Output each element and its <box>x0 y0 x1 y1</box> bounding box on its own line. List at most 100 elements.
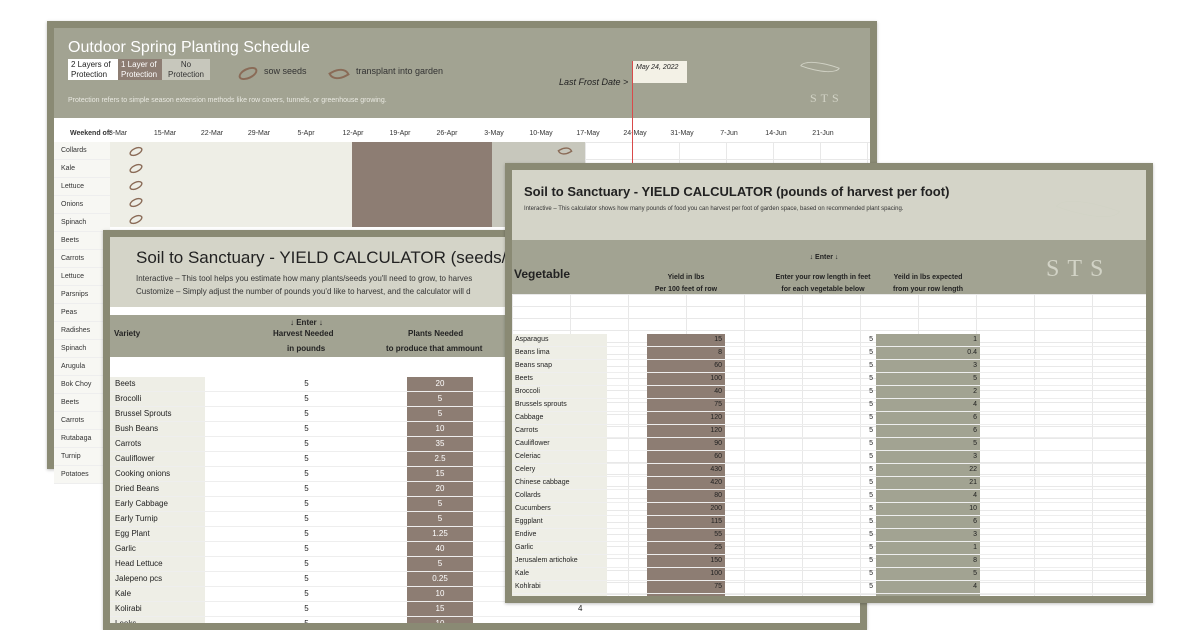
table-row: Broccoli 40 5 2 <box>512 386 1146 399</box>
plants-needed-cell: 2.5 <box>407 452 473 466</box>
variety-cell: Beets <box>110 377 205 391</box>
pounds-input-cell[interactable]: 5 <box>273 587 340 601</box>
row-length-input-cell[interactable]: 5 <box>772 347 876 359</box>
yield-cell: 100 <box>647 373 725 385</box>
plant-logo-icon <box>1055 189 1121 229</box>
table-row: Brussels sprouts 75 5 4 <box>512 399 1146 412</box>
pounds-input-cell[interactable]: 5 <box>273 617 340 623</box>
table-row: Kohlrabi 75 5 4 <box>512 581 1146 594</box>
week-label: 17-May <box>576 130 600 137</box>
last-frost-date-field[interactable]: May 24, 2022 <box>632 61 687 83</box>
variety-cell: Kolirabi <box>110 602 205 616</box>
row-length-subheader: for each vegetable below <box>781 286 865 293</box>
variety-cell: Brussel Sprouts <box>110 407 205 421</box>
row-length-input-cell[interactable]: 5 <box>772 373 876 385</box>
pounds-input-cell[interactable]: 5 <box>273 422 340 436</box>
pounds-input-cell[interactable]: 5 <box>273 452 340 466</box>
row-length-input-cell[interactable]: 5 <box>772 334 876 346</box>
expected-yield-cell: 2 <box>876 386 980 398</box>
plants-needed-cell: 20 <box>407 482 473 496</box>
row-length-input-cell[interactable]: 5 <box>772 399 876 411</box>
crop-label: Carrots <box>54 412 110 430</box>
pounds-input-cell[interactable]: 5 <box>273 377 340 391</box>
vegetable-cell: Broccoli <box>512 386 607 398</box>
crop-label: Potatoes <box>54 466 110 484</box>
crop-label: Kale <box>54 160 110 178</box>
enter-label: ↓ Enter ↓ <box>290 318 323 327</box>
row-length-input-cell[interactable]: 5 <box>772 451 876 463</box>
variety-cell: Dried Beans <box>110 482 205 496</box>
pounds-input-cell[interactable]: 5 <box>273 602 340 616</box>
pounds-input-cell[interactable]: 5 <box>273 437 340 451</box>
row-length-input-cell[interactable]: 5 <box>772 555 876 567</box>
vegetable-cell: Eggplant <box>512 516 607 528</box>
variety-cell: Kale <box>110 587 205 601</box>
row-length-input-cell[interactable]: 5 <box>772 529 876 541</box>
expected-yield-cell: 4 <box>876 581 980 593</box>
row-length-input-cell[interactable]: 5 <box>772 490 876 502</box>
yield-cell: 430 <box>647 464 725 476</box>
expected-yield-cell: 3 <box>876 529 980 541</box>
seed-calc-desc-customize: Customize – Simply adjust the number of … <box>136 287 471 296</box>
yield-cell: 90 <box>647 438 725 450</box>
schedule-title: Outdoor Spring Planting Schedule <box>68 39 310 56</box>
row-length-input-cell[interactable]: 5 <box>772 594 876 596</box>
yield-header: Yield in lbs <box>667 274 705 281</box>
week-label: 29-Mar <box>247 130 271 137</box>
pounds-input-cell[interactable]: 5 <box>273 512 340 526</box>
row-length-input-cell[interactable]: 5 <box>772 503 876 515</box>
pounds-input-cell[interactable]: 5 <box>273 572 340 586</box>
vegetable-cell: Kale <box>512 568 607 580</box>
row-length-input-cell[interactable]: 5 <box>772 568 876 580</box>
row-length-input-cell[interactable]: 5 <box>772 386 876 398</box>
row-length-input-cell[interactable]: 5 <box>772 464 876 476</box>
table-row: Endive 55 5 3 <box>512 529 1146 542</box>
plants-needed-cell: 5 <box>407 392 473 406</box>
protection-block <box>110 142 352 227</box>
variety-cell: Carrots <box>110 437 205 451</box>
legend-one-layer: 1 Layer of Protection <box>118 59 162 80</box>
vegetable-cell: Carrots <box>512 425 607 437</box>
pounds-input-cell[interactable]: 5 <box>273 527 340 541</box>
row-length-input-cell[interactable]: 5 <box>772 516 876 528</box>
foot-calc-desc: Interactive – This calculator shows how … <box>524 206 904 212</box>
variety-cell: Cooking onions <box>110 467 205 481</box>
yield-cell: 200 <box>647 503 725 515</box>
crop-label: Spinach <box>54 214 110 232</box>
vegetable-cell: Chinese cabbage <box>512 477 607 489</box>
row-length-input-cell[interactable]: 5 <box>772 360 876 372</box>
foot-yield-calculator-sheet: Soil to Sanctuary - YIELD CALCULATOR (po… <box>505 163 1153 603</box>
vegetable-cell: Celeriac <box>512 451 607 463</box>
row-length-input-cell[interactable]: 5 <box>772 581 876 593</box>
table-row: Celeriac 60 5 3 <box>512 451 1146 464</box>
row-length-input-cell[interactable]: 5 <box>772 542 876 554</box>
pounds-input-cell[interactable]: 5 <box>273 497 340 511</box>
vegetable-cell: Jerusalem artichoke <box>512 555 607 567</box>
yield-cell: 45 <box>647 594 725 596</box>
variety-cell: Bush Beans <box>110 422 205 436</box>
week-label: 8-Mar <box>108 130 128 137</box>
week-label: 3-May <box>484 130 504 137</box>
pounds-input-cell[interactable]: 5 <box>273 542 340 556</box>
yield-cell: 40 <box>647 386 725 398</box>
expected-yield-cell: 1 <box>876 334 980 346</box>
pounds-input-cell[interactable]: 5 <box>273 407 340 421</box>
sts-logo: STS <box>1046 256 1112 282</box>
crop-label: Carrots <box>54 250 110 268</box>
table-row: Chinese cabbage 420 5 21 <box>512 477 1146 490</box>
foot-logo-box: STS <box>1032 240 1146 294</box>
pounds-input-cell[interactable]: 5 <box>273 392 340 406</box>
variety-cell: Brocolli <box>110 392 205 406</box>
row-length-input-cell[interactable]: 5 <box>772 477 876 489</box>
row-length-input-cell[interactable]: 5 <box>772 438 876 450</box>
pounds-input-cell[interactable]: 5 <box>273 482 340 496</box>
pounds-input-cell[interactable]: 5 <box>273 467 340 481</box>
row-length-input-cell[interactable]: 5 <box>772 412 876 424</box>
row-length-input-cell[interactable]: 5 <box>772 425 876 437</box>
yield-cell: 75 <box>647 581 725 593</box>
seed-calc-title: Soil to Sanctuary - YIELD CALCULATOR (se… <box>136 248 530 267</box>
stray-cell-value: 4 <box>578 604 583 613</box>
pounds-input-cell[interactable]: 5 <box>273 557 340 571</box>
yield-cell: 75 <box>647 399 725 411</box>
expected-yield-cell: 6 <box>876 412 980 424</box>
